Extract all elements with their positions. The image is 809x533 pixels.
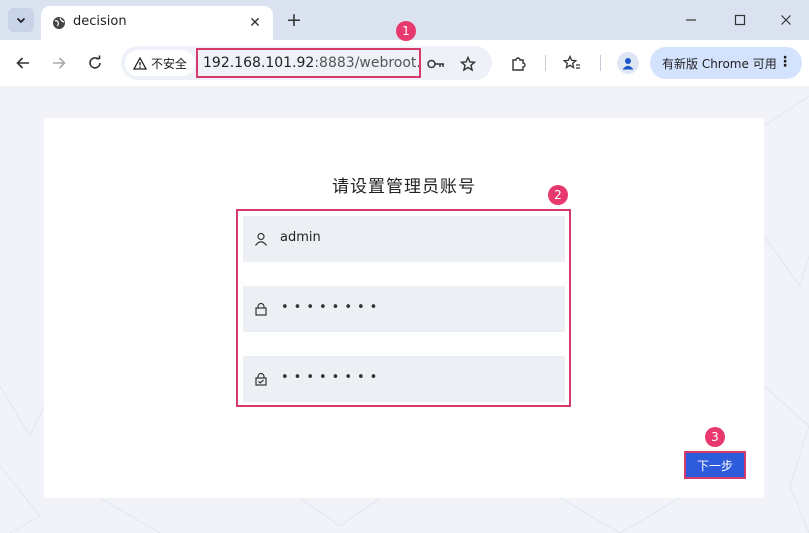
lock-check-icon	[253, 371, 269, 387]
chrome-update-button[interactable]: 有新版 Chrome 可用 ⋮	[650, 47, 802, 79]
user-icon	[253, 231, 269, 247]
maximize-button[interactable]	[726, 7, 754, 33]
username-field[interactable]: admin	[243, 216, 565, 262]
menu-dots-icon[interactable]: ⋮	[778, 53, 792, 71]
bookmarks-button[interactable]	[562, 53, 582, 73]
update-label: 有新版 Chrome 可用	[662, 56, 777, 71]
page-title: 请设置管理员账号	[332, 177, 476, 197]
url-host: 192.168.101.92	[203, 55, 315, 71]
confirm-password-value: ••••••••	[281, 370, 383, 385]
username-value: admin	[280, 230, 321, 245]
reload-icon	[89, 55, 101, 69]
back-button[interactable]	[11, 51, 35, 75]
browser-tab[interactable]: decision ✕	[41, 6, 273, 40]
key-icon	[427, 59, 444, 69]
password-value: ••••••••	[281, 300, 383, 315]
security-chip[interactable]: 不安全	[125, 50, 195, 76]
url-path: :8883/webroot...	[314, 55, 421, 71]
account-form: admin •••••••• ••••••••	[236, 209, 571, 407]
minimize-button[interactable]	[677, 7, 705, 33]
reload-button[interactable]	[83, 51, 107, 75]
profile-avatar[interactable]	[617, 52, 639, 74]
forward-button[interactable]	[47, 51, 71, 75]
globe-icon	[53, 17, 65, 29]
arrow-right-icon	[53, 57, 66, 69]
arrow-left-icon	[16, 57, 29, 69]
puzzle-icon	[511, 56, 526, 71]
password-key-button[interactable]	[427, 55, 445, 73]
new-tab-button[interactable]: +	[283, 8, 305, 32]
toolbar-divider	[600, 55, 601, 71]
tab-search-button[interactable]	[8, 8, 34, 32]
close-window-button[interactable]	[772, 7, 800, 33]
lock-icon	[253, 301, 269, 317]
omnibox[interactable]: 不安全 192.168.101.92:8883/webroot...	[121, 46, 492, 80]
chevron-down-icon	[16, 17, 26, 24]
annotation-badge-1: 1	[396, 21, 416, 41]
annotation-badge-3: 3	[705, 427, 725, 447]
password-field[interactable]: ••••••••	[243, 286, 565, 332]
next-step-button[interactable]: 下一步	[684, 451, 746, 479]
bookmark-star-button[interactable]	[459, 55, 477, 73]
minimize-icon	[686, 19, 696, 21]
browser-toolbar: 不安全 192.168.101.92:8883/webroot... 有新版 C…	[0, 40, 809, 86]
warning-icon	[133, 56, 147, 70]
setup-card: 请设置管理员账号 admin •••••••• •••••••• 下一步	[44, 118, 764, 498]
toolbar-divider	[545, 55, 546, 71]
annotation-badge-2: 2	[548, 185, 568, 205]
extensions-button[interactable]	[508, 53, 528, 73]
maximize-icon	[734, 14, 746, 26]
url-field[interactable]: 192.168.101.92:8883/webroot...	[196, 48, 421, 78]
page-background: 请设置管理员账号 admin •••••••• •••••••• 下一步	[0, 86, 809, 533]
close-icon	[781, 15, 791, 25]
person-icon	[622, 58, 634, 70]
tab-title: decision	[73, 14, 127, 29]
security-label: 不安全	[151, 56, 188, 71]
star-list-icon	[563, 55, 580, 69]
tab-close-icon[interactable]: ✕	[245, 13, 265, 33]
star-icon	[460, 56, 476, 72]
confirm-password-field[interactable]: ••••••••	[243, 356, 565, 402]
